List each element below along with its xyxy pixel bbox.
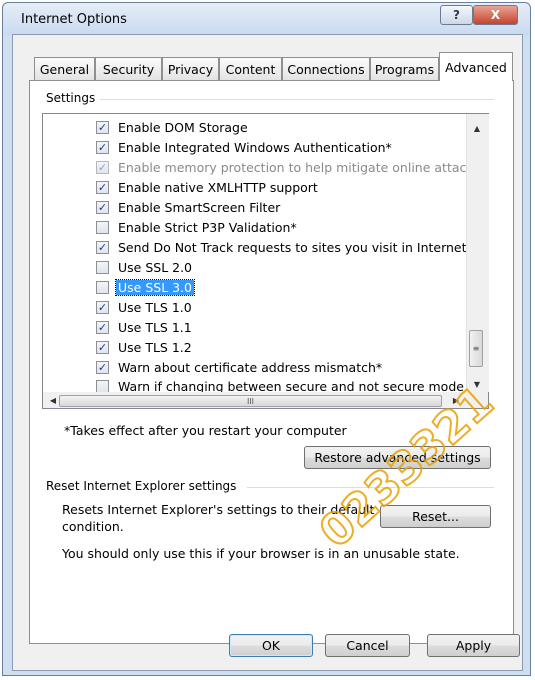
vertical-scroll-thumb[interactable]: ≡ <box>469 330 483 367</box>
checkbox[interactable]: ✓ <box>96 121 109 134</box>
setting-label: Use TLS 1.0 <box>118 300 192 315</box>
checkbox[interactable]: ✓ <box>96 321 109 334</box>
scroll-down-arrow-icon[interactable]: ▼ <box>469 376 485 392</box>
tab-security[interactable]: Security <box>95 57 162 80</box>
window-title: Internet Options <box>21 12 127 27</box>
tab-connections[interactable]: Connections <box>282 57 370 80</box>
setting-label: Enable Strict P3P Validation* <box>118 220 297 235</box>
scroll-right-arrow-icon[interactable]: ▶ <box>448 392 464 408</box>
grip-icon: ≡ <box>472 344 480 353</box>
setting-label: Use TLS 1.2 <box>118 340 192 355</box>
tab-general[interactable]: General <box>34 57 95 80</box>
reset-group-label: Reset Internet Explorer settings <box>43 479 240 493</box>
grip-icon: III <box>246 396 255 406</box>
setting-label: Use SSL 2.0 <box>118 260 193 275</box>
tab-content[interactable]: Content <box>219 57 282 80</box>
checkbox[interactable]: ✓ <box>96 141 109 154</box>
restart-note: *Takes effect after you restart your com… <box>64 423 347 438</box>
help-icon: ? <box>453 8 460 22</box>
checkbox[interactable] <box>96 261 109 274</box>
scrollbar-corner <box>466 392 488 408</box>
reset-description-2: condition. <box>62 519 124 534</box>
tab-programs[interactable]: Programs <box>370 57 439 80</box>
setting-label: Send Do Not Track requests to sites you … <box>118 240 479 255</box>
cancel-button[interactable]: Cancel <box>325 634 410 657</box>
checkbox[interactable]: ✓ <box>96 241 109 254</box>
checkbox[interactable]: ✓ <box>96 181 109 194</box>
setting-label: Enable memory protection to help mitigat… <box>118 160 487 175</box>
reset-warning: You should only use this if your browser… <box>62 546 460 561</box>
horizontal-scroll-thumb[interactable]: III <box>59 395 442 407</box>
setting-label: Use SSL 3.0 <box>114 279 196 296</box>
restore-advanced-settings-button[interactable]: Restore advanced settings <box>304 446 491 469</box>
setting-label: Use TLS 1.1 <box>118 320 192 335</box>
close-button[interactable]: X <box>473 5 518 25</box>
setting-label: Warn about certificate address mismatch* <box>118 360 383 375</box>
scroll-up-arrow-icon[interactable]: ▲ <box>469 120 485 136</box>
checkbox[interactable]: ✓ <box>96 161 109 174</box>
reset-description: Resets Internet Explorer's settings to t… <box>62 502 375 517</box>
title-bar[interactable]: Internet Options ? X <box>3 3 530 35</box>
checkbox[interactable] <box>96 221 109 234</box>
settings-group-label: Settings <box>43 91 99 105</box>
checkbox[interactable] <box>96 281 109 294</box>
checkbox[interactable]: ✓ <box>96 341 109 354</box>
setting-label: Enable DOM Storage <box>118 120 248 135</box>
close-icon: X <box>490 8 501 22</box>
apply-button[interactable]: Apply <box>427 634 520 657</box>
checkbox[interactable]: ✓ <box>96 201 109 214</box>
settings-group-line <box>100 99 494 100</box>
checkbox[interactable]: ✓ <box>96 361 109 374</box>
setting-label: Enable native XMLHTTP support <box>118 180 318 195</box>
tab-advanced[interactable]: Advanced <box>439 52 513 81</box>
setting-label: Enable SmartScreen Filter <box>118 200 281 215</box>
checkbox[interactable]: ✓ <box>96 301 109 314</box>
setting-label: Enable Integrated Windows Authentication… <box>118 140 392 155</box>
help-button[interactable]: ? <box>440 5 473 25</box>
reset-group-line <box>247 487 494 488</box>
ok-button[interactable]: OK <box>229 634 313 657</box>
tab-privacy[interactable]: Privacy <box>162 57 219 80</box>
reset-button[interactable]: Reset... <box>380 505 491 528</box>
